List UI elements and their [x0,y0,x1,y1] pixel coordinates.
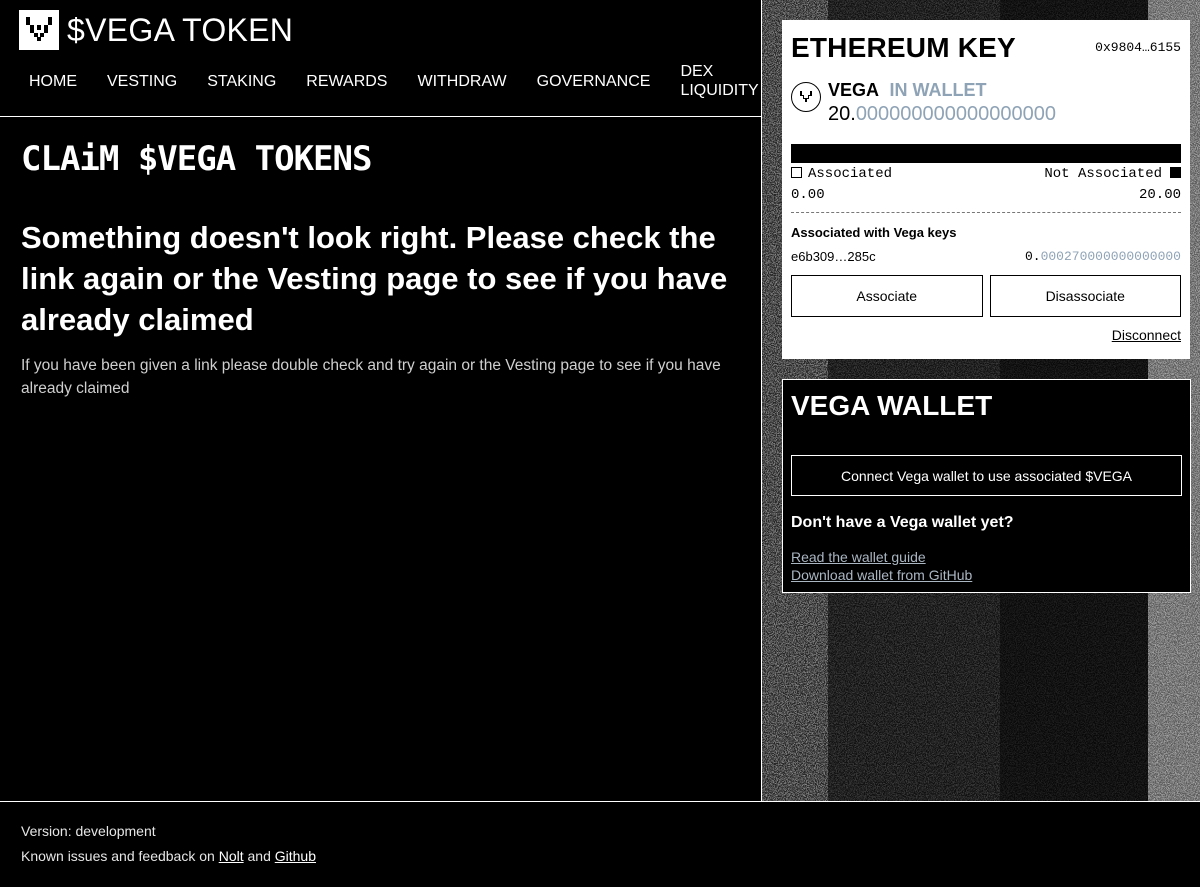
legend-not-associated: Not Associated [1044,166,1181,182]
app-header: $VEGA TOKEN HOME VESTING STAKING REWARDS… [0,0,761,117]
legend-associated: Associated [791,166,892,182]
nav-dex-liquidity[interactable]: DEX LIQUIDITY [665,62,761,100]
page-content: CLAiM $VEGA TOKENS Something doesn't loo… [0,117,761,400]
vega-logo-icon [19,10,59,50]
token-status: IN WALLET [889,80,987,100]
feedback-prefix: Known issues and feedback on [21,848,215,864]
associated-square-icon [791,167,802,178]
vega-key-amount: 0.000270000000000000 [1025,249,1181,264]
connect-vega-wallet-button[interactable]: Connect Vega wallet to use associated $V… [791,455,1182,496]
association-bar [791,144,1181,163]
no-wallet-question: Don't have a Vega wallet yet? [791,514,1014,531]
not-associated-label: Not Associated [1044,166,1162,182]
token-amount-dec: 000000000000000000 [855,103,1057,125]
github-link[interactable]: Github [275,848,316,864]
not-associated-square-icon [1170,167,1181,178]
association-actions: Associate Disassociate [791,275,1181,317]
main-nav: HOME VESTING STAKING REWARDS WITHDRAW GO… [14,62,761,100]
associated-keys-title: Associated with Vega keys [791,225,957,240]
nolt-link[interactable]: Nolt [219,848,244,864]
disconnect-link[interactable]: Disconnect [791,327,1181,343]
token-name: VEGA [828,80,880,100]
key-amount-dec: 000270000000000000 [1040,249,1181,264]
nav-home[interactable]: HOME [14,72,92,91]
footer: Version: development Known issues and fe… [0,801,1200,887]
associated-key-row: e6b309…285c 0.000270000000000000 [791,249,1181,264]
key-amount-int: 0. [1024,249,1041,264]
wallet-guide-link[interactable]: Read the wallet guide [791,549,1182,565]
nav-vesting[interactable]: VESTING [92,72,192,91]
error-description: If you have been given a link please dou… [21,357,721,397]
vega-key-id: e6b309…285c [791,249,876,264]
associated-label: Associated [808,166,893,182]
brand[interactable]: $VEGA TOKEN [19,10,293,50]
not-associated-value: 20.00 [1138,187,1181,203]
app-title: $VEGA TOKEN [67,11,294,48]
download-wallet-link[interactable]: Download wallet from GitHub [791,567,1182,583]
association-values: 0.00 20.00 [791,187,1181,203]
nav-withdraw[interactable]: WITHDRAW [402,72,521,91]
token-amount-int: 20. [828,103,856,125]
associated-value: 0.00 [791,187,825,203]
vega-wallet-title: VEGA WALLET [791,390,993,421]
wallet-sidebar: ETHEREUM KEY 0x9804…6155 VEGA IN WALLET … [762,0,1200,801]
token-balance-row: VEGA IN WALLET 20.000000000000000000 [791,80,1181,126]
page-title: CLAiM $VEGA TOKENS [21,139,372,179]
nav-rewards[interactable]: REWARDS [291,72,402,91]
association-legend: Associated Not Associated [791,166,1181,182]
ethereum-key-card: ETHEREUM KEY 0x9804…6155 VEGA IN WALLET … [782,20,1190,359]
ethereum-address[interactable]: 0x9804…6155 [1095,40,1181,55]
divider [791,212,1181,213]
token-amount: 20.000000000000000000 [828,103,1056,126]
nav-staking[interactable]: STAKING [192,72,291,91]
vega-wallet-card: VEGA WALLET Connect Vega wallet to use a… [782,379,1191,593]
nav-governance[interactable]: GOVERNANCE [522,72,666,91]
feedback-line: Known issues and feedback on Nolt and Gi… [21,848,1179,864]
associate-button[interactable]: Associate [791,275,983,317]
error-headline: Something doesn't look right. Please che… [21,220,728,337]
disassociate-button[interactable]: Disassociate [989,275,1181,317]
vega-token-icon [791,82,821,112]
version-text: Version: development [21,823,156,839]
feedback-and: and [247,848,271,864]
main-panel: $VEGA TOKEN HOME VESTING STAKING REWARDS… [0,0,762,801]
